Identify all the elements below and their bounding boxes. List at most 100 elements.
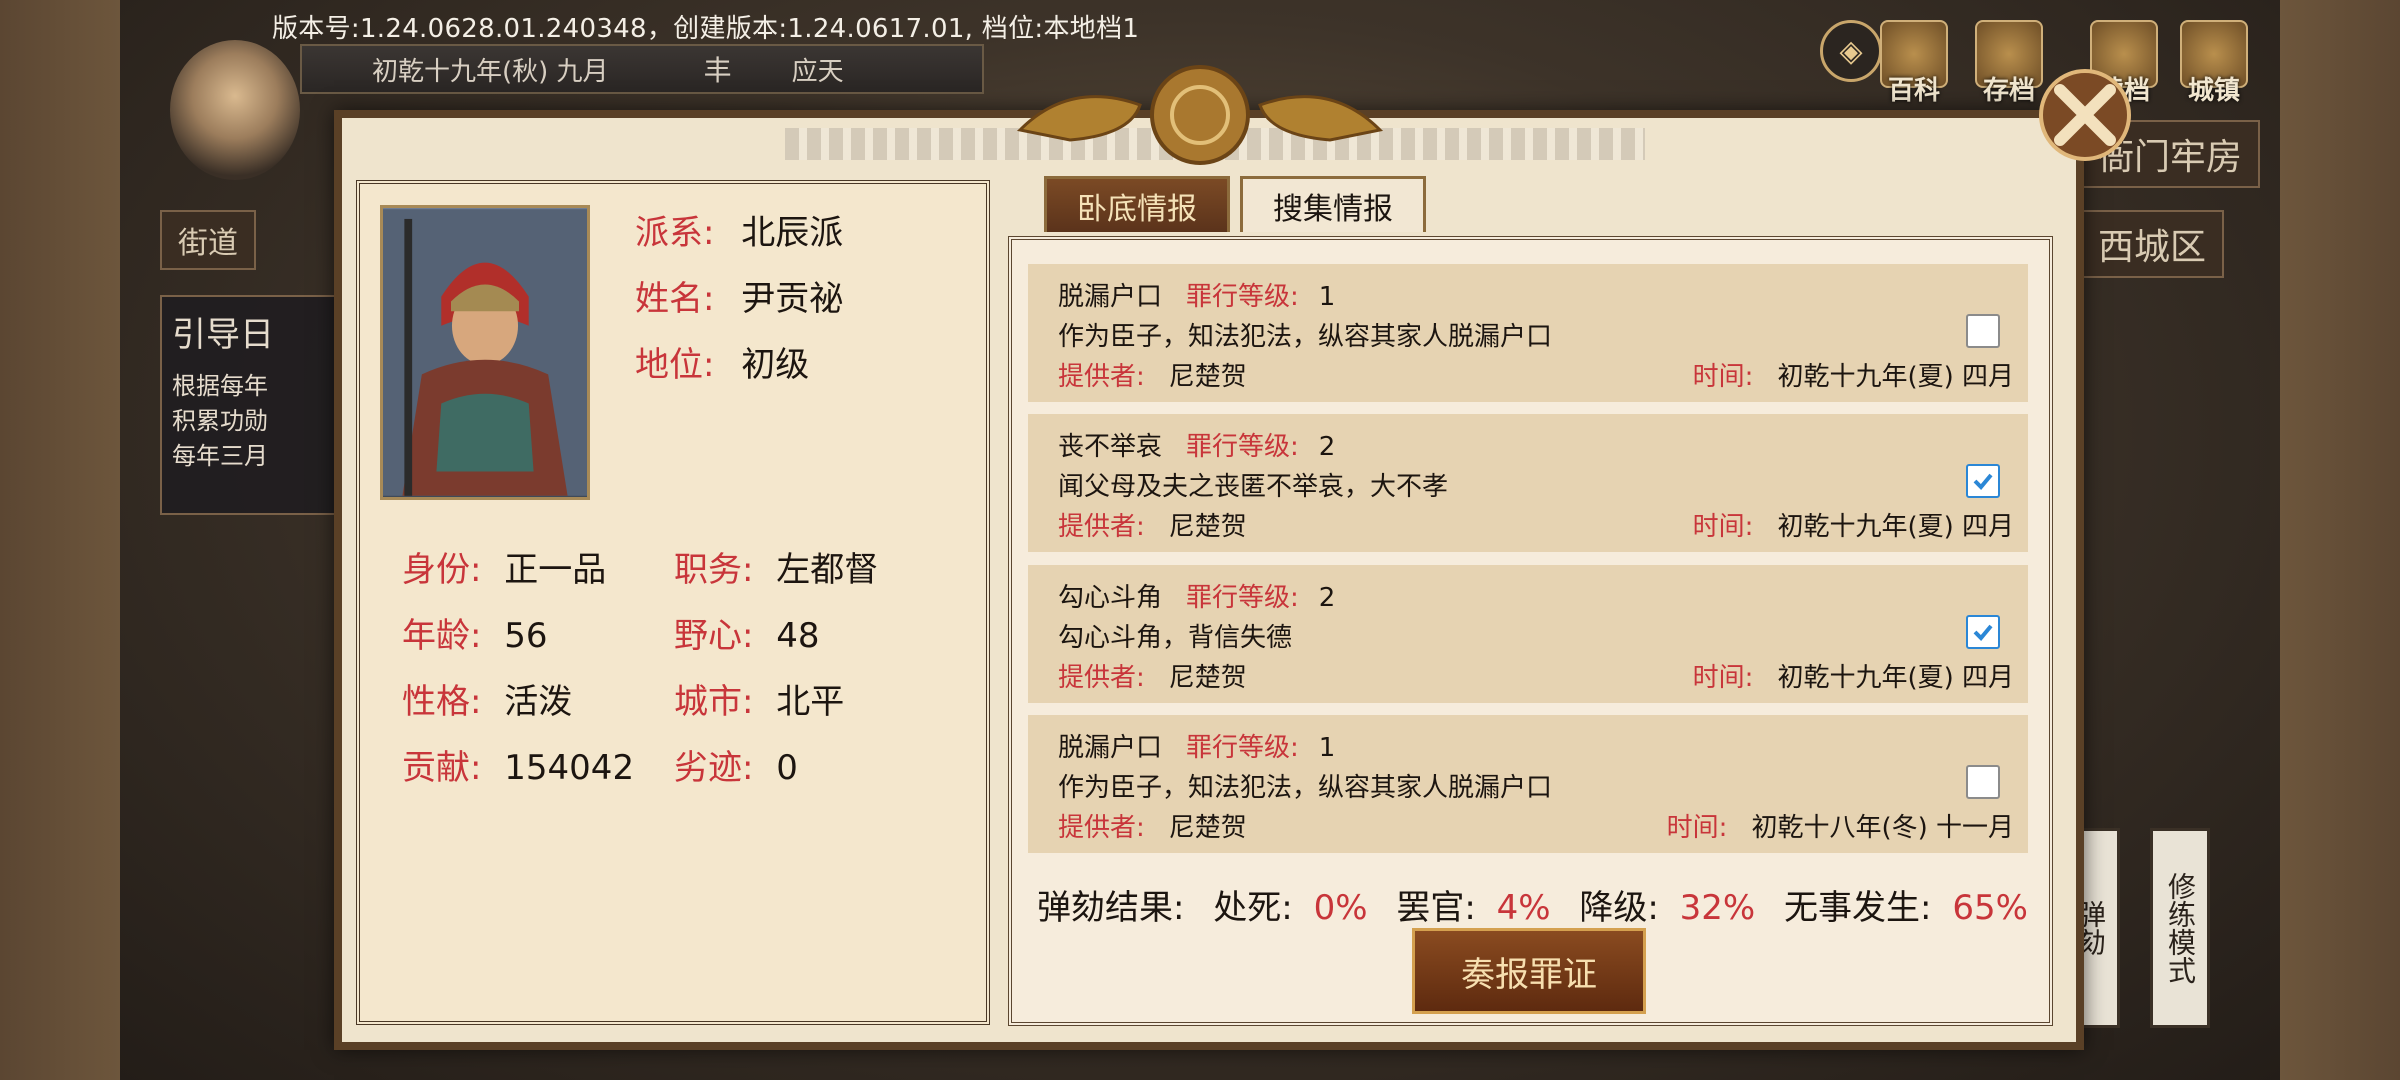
close-icon[interactable] <box>2035 65 2135 165</box>
stat-value: 左都督 <box>776 550 879 590</box>
provider-label: 提供者: <box>1058 362 1145 392</box>
report-item[interactable]: 脱漏户口 罪行等级: 1 作为臣子，知法犯法，纵容其家人脱漏户口 提供者: 尼楚贺 时… <box>1028 715 2028 853</box>
warrior-portrait-icon <box>383 209 587 496</box>
level-value: 1 <box>1318 282 1336 312</box>
stat-value: 0 <box>776 748 798 788</box>
intel-tabs: 卧底情报 搜集情报 <box>1044 176 1426 232</box>
stat-label: 年龄: <box>402 616 482 656</box>
player-avatar[interactable] <box>170 40 300 180</box>
report-title: 丧不举哀 <box>1058 432 1163 462</box>
time-value: 初乾十九年(夏) 四月 <box>1777 362 2014 392</box>
checkmark-icon <box>1973 473 1993 490</box>
provider-label: 提供者: <box>1058 813 1145 843</box>
current-city: 应天 <box>791 56 844 87</box>
provider-label: 提供者: <box>1058 663 1145 693</box>
result-item-value: 4% <box>1496 888 1551 928</box>
city-button[interactable]: 城镇 <box>2180 20 2248 107</box>
stat-value: 48 <box>776 616 820 656</box>
current-date: 初乾十九年(秋) 九月 <box>372 56 609 87</box>
guide-line: 每年三月 <box>172 442 268 470</box>
name-field: 姓名: 尹贡祕 <box>635 271 843 320</box>
report-item[interactable]: 丧不举哀 罪行等级: 2 闻父母及夫之丧匿不举哀，大不孝 提供者: 尼楚贺 时间: 初乾… <box>1028 414 2028 552</box>
level-label: 罪行等级: <box>1186 583 1299 613</box>
status-field: 地位: 初级 <box>635 337 809 386</box>
report-description: 勾心斗角，背信失德 <box>1058 623 1293 653</box>
name-value: 尹贡祕 <box>741 279 844 319</box>
checkmark-icon <box>1973 624 1993 641</box>
stat-label: 贡献: <box>402 748 482 788</box>
tab-undercover-intel[interactable]: 卧底情报 <box>1044 176 1230 232</box>
street-button[interactable]: 街道 <box>160 210 256 270</box>
character-portrait <box>380 205 590 500</box>
stat-label: 职务: <box>674 550 754 590</box>
level-value: 2 <box>1318 583 1336 613</box>
report-description: 闻父母及夫之丧匿不举哀，大不孝 <box>1058 472 1449 502</box>
status-value: 初级 <box>741 345 810 385</box>
report-checkbox-checked[interactable] <box>1966 615 2000 649</box>
guide-line: 积累功勋 <box>172 407 268 435</box>
impeachment-result: 弹劾结果: 处死: 0% 罢官: 4% 降级: 32% 无事发生: 65% <box>1037 880 2046 929</box>
stat-personality: 性格: 活泼 <box>402 674 572 723</box>
level-label: 罪行等级: <box>1186 733 1299 763</box>
result-item-label: 处死: <box>1213 888 1293 928</box>
report-item[interactable]: 脱漏户口 罪行等级: 1 作为臣子，知法犯法，纵容其家人脱漏户口 提供者: 尼楚贺 时… <box>1028 264 2028 402</box>
stat-rank: 身份: 正一品 <box>402 542 606 591</box>
result-label: 弹劾结果: <box>1037 888 1185 928</box>
stat-age: 年龄: 56 <box>402 608 548 657</box>
stat-value: 正一品 <box>504 550 607 590</box>
level-value: 1 <box>1318 733 1336 763</box>
faction-label: 派系: <box>635 213 715 253</box>
stat-misdeeds: 劣迹: 0 <box>674 740 798 789</box>
report-description: 作为臣子，知法犯法，纵容其家人脱漏户口 <box>1058 773 1553 803</box>
stat-value: 154042 <box>504 748 635 788</box>
date-bar: 初乾十九年(秋) 九月 丰 应天 <box>300 44 984 94</box>
name-label: 姓名: <box>635 279 715 319</box>
time-label: 时间: <box>1692 362 1754 392</box>
guide-title: 引导日 <box>172 315 274 355</box>
status-label: 地位: <box>635 345 715 385</box>
level-label: 罪行等级: <box>1186 282 1299 312</box>
stat-city: 城市: 北平 <box>674 674 844 723</box>
time-value: 初乾十九年(夏) 四月 <box>1777 663 2014 693</box>
provider-value: 尼楚贺 <box>1168 512 1247 542</box>
stat-label: 城市: <box>674 682 754 722</box>
report-checkbox[interactable] <box>1966 765 2000 799</box>
result-item-value: 65% <box>1952 888 2028 928</box>
report-checkbox[interactable] <box>1966 314 2000 348</box>
stat-position: 职务: 左都督 <box>674 542 878 591</box>
tab-collect-intel[interactable]: 搜集情报 <box>1240 176 1426 232</box>
faction-value: 北辰派 <box>741 213 844 253</box>
result-item-label: 无事发生: <box>1784 888 1932 928</box>
cultivation-mode-button[interactable]: 修练模式 <box>2150 828 2210 1028</box>
result-item-value: 32% <box>1679 888 1756 928</box>
stat-label: 劣迹: <box>674 748 754 788</box>
encyclopedia-button[interactable]: 百科 <box>1880 20 1948 107</box>
stat-label: 性格: <box>402 682 482 722</box>
west-district-button[interactable]: 西城区 <box>2080 210 2225 278</box>
provider-value: 尼楚贺 <box>1168 362 1247 392</box>
result-item-value: 0% <box>1313 888 1368 928</box>
settings-icon[interactable]: ◈ <box>1820 20 1882 82</box>
time-label: 时间: <box>1666 813 1728 843</box>
guide-panel[interactable]: 引导日 根据每年 积累功勋 每年三月 <box>160 295 360 515</box>
stat-ambition: 野心: 48 <box>674 608 820 657</box>
report-item[interactable]: 勾心斗角 罪行等级: 2 勾心斗角，背信失德 提供者: 尼楚贺 时间: 初乾十九年(夏)… <box>1028 565 2028 703</box>
stat-value: 56 <box>504 616 548 656</box>
submit-evidence-button[interactable]: 奏报罪证 <box>1412 928 1646 1014</box>
report-title: 勾心斗角 <box>1058 583 1163 613</box>
stat-label: 身份: <box>402 550 482 590</box>
result-item-label: 降级: <box>1579 888 1659 928</box>
time-label: 时间: <box>1692 512 1754 542</box>
level-value: 2 <box>1318 432 1336 462</box>
stat-value: 活泼 <box>504 682 573 722</box>
provider-value: 尼楚贺 <box>1168 813 1247 843</box>
report-title: 脱漏户口 <box>1058 733 1163 763</box>
report-title: 脱漏户口 <box>1058 282 1163 312</box>
time-value: 初乾十八年(冬) 十一月 <box>1751 813 2014 843</box>
time-value: 初乾十九年(夏) 四月 <box>1777 512 2014 542</box>
report-checkbox-checked[interactable] <box>1966 464 2000 498</box>
report-description: 作为臣子，知法犯法，纵容其家人脱漏户口 <box>1058 322 1553 352</box>
dragon-crest-ornament <box>1016 65 1384 165</box>
save-button[interactable]: 存档 <box>1975 20 2043 107</box>
faction-field: 派系: 北辰派 <box>635 205 843 254</box>
